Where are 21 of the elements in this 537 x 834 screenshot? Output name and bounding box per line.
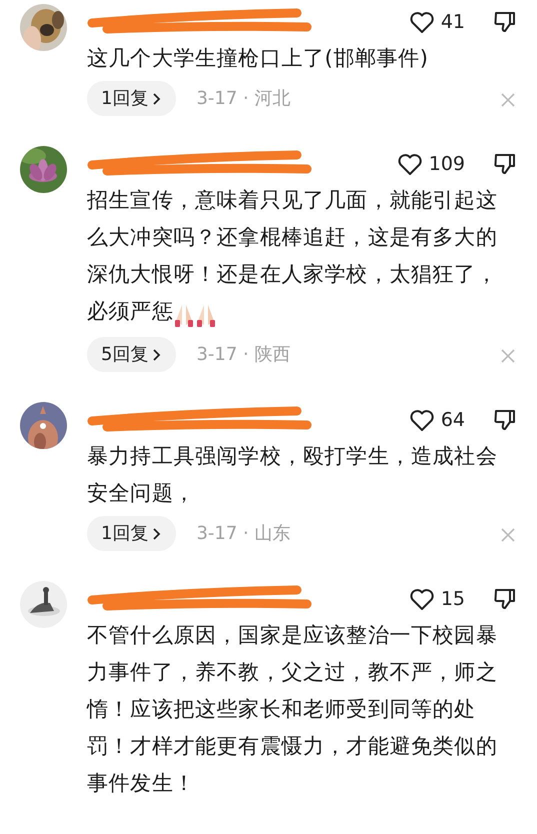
replies-button[interactable]: 5回复 <box>87 337 176 372</box>
thumbs-down-icon[interactable] <box>493 152 517 176</box>
like-count: 41 <box>440 10 465 35</box>
replies-button[interactable]: 1回复 <box>87 81 176 116</box>
chevron-icon <box>152 528 162 540</box>
chevron-icon <box>152 93 162 105</box>
comment-text: 暴力持工具强闯学校，殴打学生，造成社会安全问题， <box>87 443 498 507</box>
thumbs-down-icon[interactable] <box>493 586 517 612</box>
comment-text: 招生宣传，意味着只见了几面，就能引起这么大冲突吗？还拿棍棒追赶，这是有多大的深仇大恨呀！还是在人家学校，太猖狂了，必须严惩 <box>87 182 517 333</box>
comment-text: 不管什么原因，国家是应该整治一下校园暴力事件了，养不教，父之过，教不严，师之惰！应该把这些家长和老师受到同等的处罚！才样才能更有震慑力，才能避免类似的事件发生！ <box>87 622 498 797</box>
like-count: 109 <box>428 152 465 177</box>
comment-meta: 3-17 · 河北 <box>196 87 290 111</box>
like-count: 15 <box>440 586 465 612</box>
comment-text: 这几个大学生撞枪口上了(邯郸事件) <box>87 45 430 72</box>
like-count: 64 <box>440 408 465 433</box>
thumbs-down-icon[interactable] <box>493 408 517 432</box>
replies-button[interactable]: 1回复 <box>87 516 176 551</box>
comment-meta: 3-17 · 山东 <box>196 522 290 546</box>
comment-meta: 3-17 · 陕西 <box>196 343 290 367</box>
chevron-icon <box>152 349 162 361</box>
thumbs-down-icon[interactable] <box>493 10 517 34</box>
